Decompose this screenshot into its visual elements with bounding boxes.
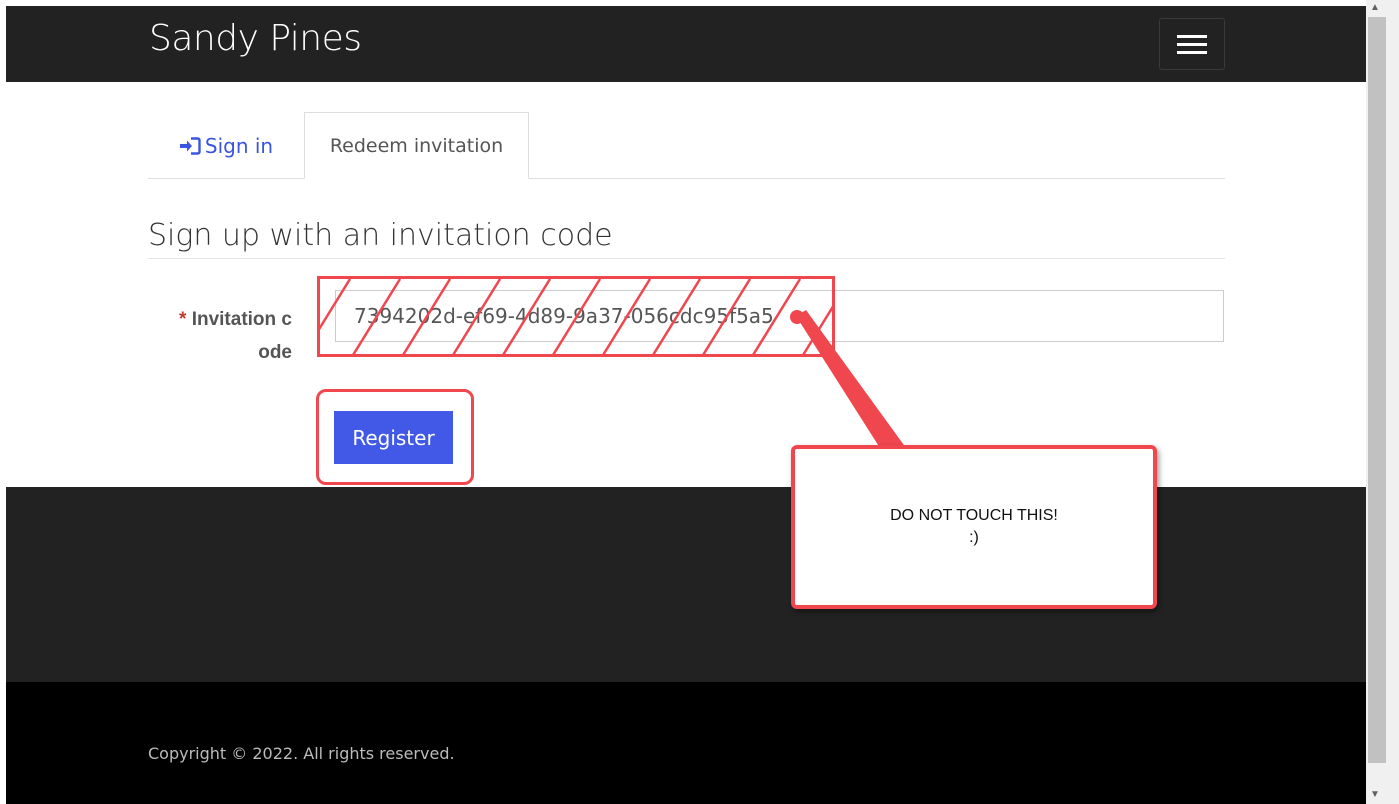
tab-redeem-invitation[interactable]: Redeem invitation <box>304 112 529 179</box>
invitation-code-label-line2: ode <box>258 342 292 363</box>
invitation-code-label: * Invitation c ode <box>148 303 292 369</box>
title-divider <box>148 258 1225 259</box>
footer-bottom <box>6 682 1366 804</box>
callout-line1: DO NOT TOUCH THIS! <box>890 507 1058 524</box>
tab-redeem-label: Redeem invitation <box>329 134 504 157</box>
footer-top <box>6 487 1366 682</box>
tab-sign-in[interactable]: Sign in <box>148 112 304 179</box>
copyright-text: Copyright © 2022. All rights reserved. <box>148 744 455 763</box>
scrollbar-thumb[interactable] <box>1368 17 1386 763</box>
scroll-up-icon[interactable]: ▲ <box>1370 2 1380 13</box>
required-marker: * <box>179 309 187 330</box>
tab-sign-in-label: Sign in <box>204 133 274 158</box>
brand-title[interactable]: Sandy Pines <box>149 18 362 59</box>
callout-line2: :) <box>969 529 979 546</box>
hamburger-menu-icon[interactable] <box>1159 18 1225 70</box>
annotation-button-highlight <box>316 389 474 485</box>
auth-tabs: Sign in Redeem invitation <box>148 112 1225 179</box>
page-title: Sign up with an invitation code <box>148 218 613 253</box>
annotation-hatch-box <box>317 276 835 357</box>
annotation-callout: DO NOT TOUCH THIS! :) <box>791 445 1157 609</box>
invitation-code-label-line1: Invitation c <box>191 309 292 330</box>
navbar: Sandy Pines <box>6 6 1366 82</box>
sign-in-icon <box>179 136 201 155</box>
hatch-pattern <box>320 279 832 354</box>
scroll-down-icon[interactable]: ▼ <box>1370 789 1380 800</box>
